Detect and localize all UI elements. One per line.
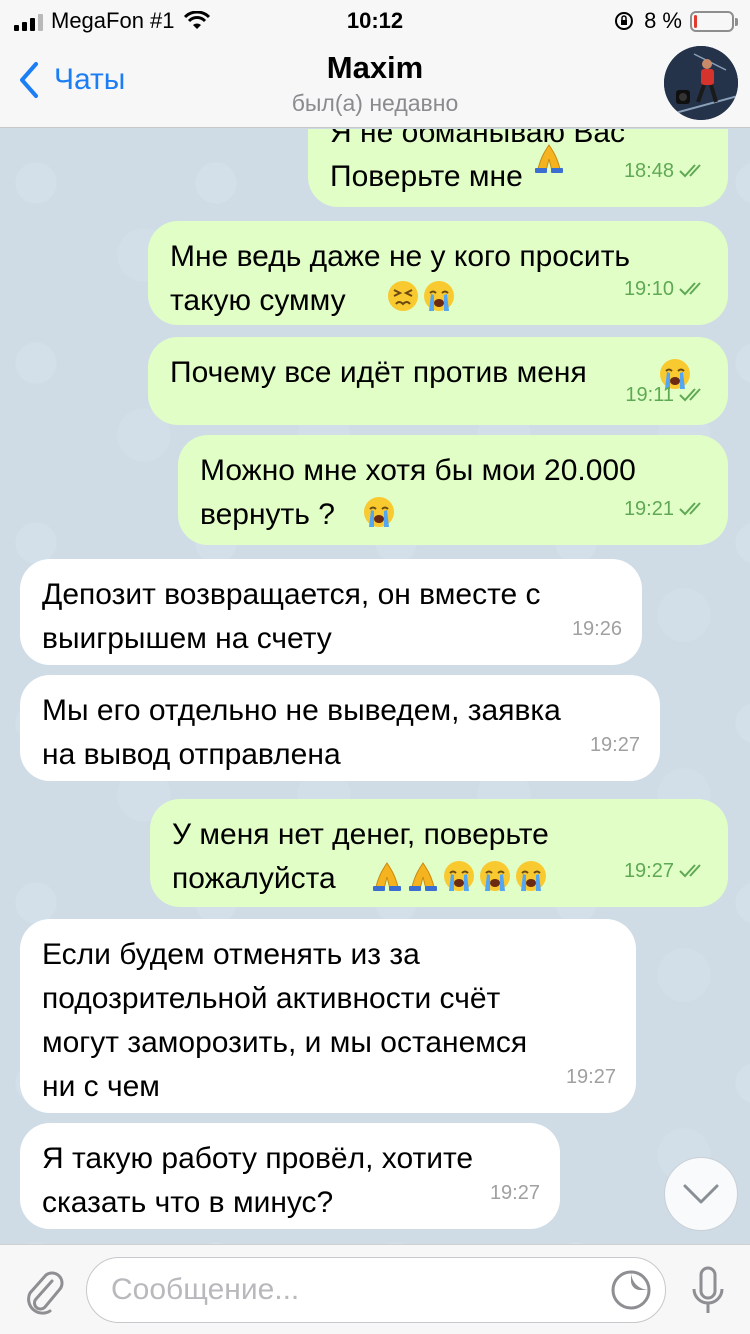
message-time: 19:21 (623, 498, 674, 520)
message-meta: 19:27 (590, 723, 640, 767)
sob-emoji-icon (364, 497, 394, 527)
message-incoming[interactable]: Депозит возвращается, он вместе с выигры… (20, 559, 642, 665)
sob-emoji-icon (424, 281, 454, 311)
chevron-down-icon (683, 1184, 719, 1204)
sob-emoji-icon (516, 861, 546, 891)
message-emojis (384, 277, 456, 321)
double-check-icon (679, 864, 701, 878)
message-outgoing[interactable]: Мне ведь даже не у кого просить такую су… (148, 221, 728, 325)
message-text: Если будем отменять из за подозрительной… (42, 938, 528, 1103)
message-outgoing[interactable]: У меня нет денег, поверьте пожалуйста 19… (150, 799, 728, 907)
message-meta: 19:27 (624, 849, 708, 893)
message-time: 19:11 (625, 384, 674, 406)
message-text: Депозит возвращается, он вместе с выигры… (42, 578, 541, 655)
message-incoming[interactable]: Мы его отдельно не выведем, заявка на вы… (20, 675, 660, 781)
sob-emoji-icon (444, 861, 474, 891)
chat-title-area[interactable]: Maxim был(а) недавно (0, 50, 750, 117)
message-text: Мы его отдельно не выведем, заявка на вы… (42, 694, 561, 771)
message-emojis (368, 857, 548, 901)
avatar[interactable] (664, 46, 738, 120)
chat-subtitle: был(а) недавно (291, 90, 459, 116)
double-check-icon (679, 388, 701, 402)
message-incoming[interactable]: Я такую работу провёл, хотите сказать чт… (20, 1123, 560, 1229)
scroll-down-button[interactable] (664, 1157, 738, 1231)
message-outgoing[interactable]: Я не обманываю Вас Поверьте мне 18:48 (308, 129, 728, 207)
message-emojis (530, 139, 566, 183)
double-check-icon (679, 502, 701, 516)
message-meta: 19:27 (566, 1055, 616, 1099)
composer-bar (0, 1244, 750, 1334)
message-list[interactable]: Я не обманываю Вас Поверьте мне 18:48 Мн… (0, 129, 750, 1244)
message-meta: 19:10 (624, 267, 708, 311)
microphone-icon[interactable] (690, 1265, 726, 1317)
rotation-lock-icon (615, 12, 634, 30)
battery-percent: 8 % (644, 8, 682, 33)
sticker-icon[interactable] (610, 1269, 652, 1311)
pray-emoji-icon (373, 862, 401, 891)
pray-emoji-icon (535, 144, 563, 173)
message-outgoing[interactable]: Почему все идёт против меня 19:11 (148, 337, 728, 425)
message-meta: 18:48 (624, 149, 708, 193)
message-time: 18:48 (623, 160, 674, 182)
paperclip-icon[interactable] (22, 1267, 66, 1315)
message-meta: 19:21 (624, 487, 708, 531)
message-text: Я такую работу провёл, хотите сказать чт… (42, 1142, 474, 1219)
avatar-photo (664, 46, 738, 120)
message-time: 19:10 (623, 278, 674, 300)
battery-fill (694, 14, 697, 28)
pray-emoji-icon (409, 862, 437, 891)
chat-title: Maxim (326, 50, 424, 85)
message-incoming[interactable]: Если будем отменять из за подозрительной… (20, 919, 636, 1113)
message-time: 19:27 (623, 860, 674, 882)
double-check-icon (679, 282, 701, 296)
message-meta: 19:11 (625, 373, 708, 417)
message-emojis (360, 493, 396, 537)
message-input[interactable] (86, 1257, 666, 1323)
double-check-icon (679, 164, 701, 178)
message-time: 19:26 (571, 618, 622, 640)
status-right: 8 % (614, 8, 738, 34)
message-meta: 19:26 (572, 607, 622, 651)
battery-icon (690, 10, 738, 32)
message-time: 19:27 (489, 1182, 540, 1204)
sob-emoji-icon (480, 861, 510, 891)
message-time: 19:27 (589, 734, 640, 756)
message-time: 19:27 (565, 1066, 616, 1088)
persevere-emoji-icon (388, 281, 418, 311)
message-outgoing[interactable]: Можно мне хотя бы мои 20.000 вернуть ? 1… (178, 435, 728, 545)
status-bar: MegaFon #1 10:12 8 % (0, 0, 750, 40)
chat-header: Чаты Maxim был(а) недавно (0, 40, 750, 128)
message-meta: 19:27 (490, 1171, 540, 1215)
